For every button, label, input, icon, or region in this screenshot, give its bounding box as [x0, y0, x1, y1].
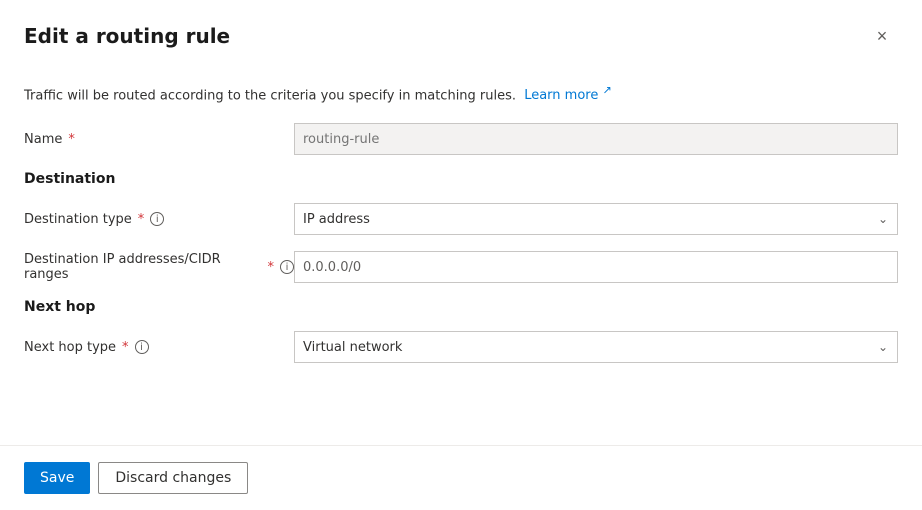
- destination-type-control: IP address Service Tag Virtual network ⌄: [294, 203, 898, 235]
- next-hop-type-info-icon[interactable]: i: [135, 340, 149, 354]
- destination-heading: Destination: [24, 171, 898, 187]
- name-label: Name *: [24, 132, 294, 147]
- next-hop-type-row: Next hop type * i Virtual network Intern…: [24, 331, 898, 363]
- dialog-header: Edit a routing rule ×: [0, 0, 922, 68]
- next-hop-type-select-wrapper: Virtual network Internet None Virtual ap…: [294, 331, 898, 363]
- destination-ip-info-icon[interactable]: i: [280, 260, 294, 274]
- destination-ip-required: *: [268, 260, 275, 275]
- name-control: [294, 123, 898, 155]
- edit-routing-rule-dialog: Edit a routing rule × Traffic will be ro…: [0, 0, 922, 510]
- learn-more-link[interactable]: Learn more ↗: [524, 88, 612, 103]
- name-input[interactable]: [294, 123, 898, 155]
- external-link-icon: ↗: [602, 84, 611, 97]
- destination-type-label: Destination type * i: [24, 212, 294, 227]
- next-hop-type-select[interactable]: Virtual network Internet None Virtual ap…: [294, 331, 898, 363]
- destination-ip-row: Destination IP addresses/CIDR ranges * i: [24, 251, 898, 283]
- dialog-footer: Save Discard changes: [0, 445, 922, 510]
- dialog-title: Edit a routing rule: [24, 24, 230, 48]
- destination-ip-label: Destination IP addresses/CIDR ranges * i: [24, 252, 294, 282]
- next-hop-heading: Next hop: [24, 299, 898, 315]
- close-button[interactable]: ×: [866, 20, 898, 52]
- next-hop-type-required: *: [122, 340, 129, 355]
- info-text: Traffic will be routed according to the …: [24, 84, 898, 103]
- destination-type-row: Destination type * i IP address Service …: [24, 203, 898, 235]
- name-required: *: [68, 132, 75, 147]
- destination-type-select-wrapper: IP address Service Tag Virtual network ⌄: [294, 203, 898, 235]
- destination-type-required: *: [138, 212, 145, 227]
- dialog-body: Traffic will be routed according to the …: [0, 68, 922, 445]
- destination-ip-input[interactable]: [294, 251, 898, 283]
- discard-button[interactable]: Discard changes: [98, 462, 248, 494]
- next-hop-type-control: Virtual network Internet None Virtual ap…: [294, 331, 898, 363]
- destination-type-select[interactable]: IP address Service Tag Virtual network: [294, 203, 898, 235]
- destination-ip-control: [294, 251, 898, 283]
- next-hop-type-label: Next hop type * i: [24, 340, 294, 355]
- close-icon: ×: [877, 26, 888, 47]
- destination-type-info-icon[interactable]: i: [150, 212, 164, 226]
- save-button[interactable]: Save: [24, 462, 90, 494]
- name-row: Name *: [24, 123, 898, 155]
